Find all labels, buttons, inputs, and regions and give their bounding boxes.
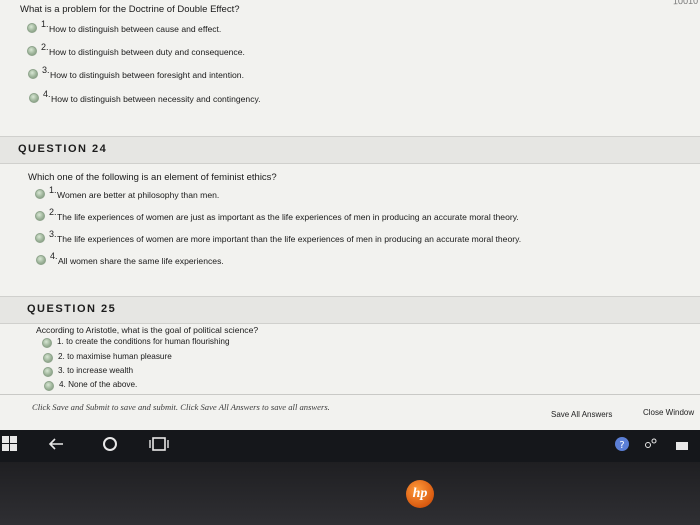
question-24-title: QUESTION 24 <box>18 143 108 155</box>
question-25-header: QUESTION 25 <box>0 296 700 324</box>
question-23-text: What is a problem for the Doctrine of Do… <box>20 4 240 15</box>
back-arrow-icon[interactable] <box>46 434 66 459</box>
laptop-bezel <box>0 462 700 525</box>
question-24-header: QUESTION 24 <box>0 136 700 164</box>
option-number: 4. <box>50 251 58 261</box>
option-number: 4. <box>43 89 51 99</box>
help-icon[interactable]: ? <box>614 436 630 457</box>
option-number: 1. <box>41 19 49 29</box>
option-number: 3. <box>49 229 57 239</box>
radio-button[interactable] <box>27 46 37 56</box>
option-number: 3. <box>42 65 50 75</box>
quiz-screen: 10010 What is a problem for the Doctrine… <box>0 0 700 430</box>
radio-button[interactable] <box>42 338 52 348</box>
option-label: 1. to create the conditions for human fl… <box>57 337 230 346</box>
question-24-text: Which one of the following is an element… <box>28 172 277 183</box>
option-label: How to distinguish between foresight and… <box>50 70 244 80</box>
option-label: The life experiences of women are just a… <box>57 212 519 222</box>
radio-button[interactable] <box>27 23 37 33</box>
windows-start-icon[interactable] <box>2 436 18 457</box>
radio-button[interactable] <box>43 353 53 363</box>
option-label: The life experiences of women are more i… <box>57 234 522 244</box>
save-all-answers-button[interactable]: Save All Answers <box>551 410 612 419</box>
radio-button[interactable] <box>35 211 45 221</box>
corner-text: 10010 <box>672 0 699 7</box>
taskbar: ? <box>0 430 700 462</box>
question-25-title: QUESTION 25 <box>27 303 117 315</box>
close-window-button[interactable]: Close Window <box>643 408 694 417</box>
option-number: 1. <box>49 185 57 195</box>
notification-icon[interactable] <box>675 440 689 458</box>
option-number: 2. <box>41 42 49 52</box>
radio-button[interactable] <box>35 189 45 199</box>
option-label: How to distinguish between duty and cons… <box>49 47 245 57</box>
radio-button[interactable] <box>44 381 54 391</box>
footer-instructions: Click Save and Submit to save and submit… <box>32 402 330 412</box>
radio-button[interactable] <box>36 255 46 265</box>
option-label: How to distinguish between cause and eff… <box>49 24 222 34</box>
search-circle-icon[interactable] <box>100 434 120 459</box>
footer-divider <box>0 394 700 395</box>
task-view-icon[interactable] <box>148 434 170 459</box>
svg-text:?: ? <box>619 440 624 451</box>
option-label: 2. to maximise human pleasure <box>58 352 172 361</box>
radio-button[interactable] <box>28 69 38 79</box>
hp-logo: hp <box>406 480 434 508</box>
question-25-text: According to Aristotle, what is the goal… <box>36 325 259 335</box>
option-label: Women are better at philosophy than men. <box>57 190 220 200</box>
option-label: 4. None of the above. <box>59 380 138 389</box>
option-label: 3. to increase wealth <box>58 366 134 375</box>
radio-button[interactable] <box>43 367 53 377</box>
option-number: 2. <box>49 207 57 217</box>
option-label: How to distinguish between necessity and… <box>51 94 261 104</box>
people-icon[interactable] <box>643 436 659 457</box>
radio-button[interactable] <box>35 233 45 243</box>
option-label: All women share the same life experience… <box>58 256 224 266</box>
radio-button[interactable] <box>29 93 39 103</box>
